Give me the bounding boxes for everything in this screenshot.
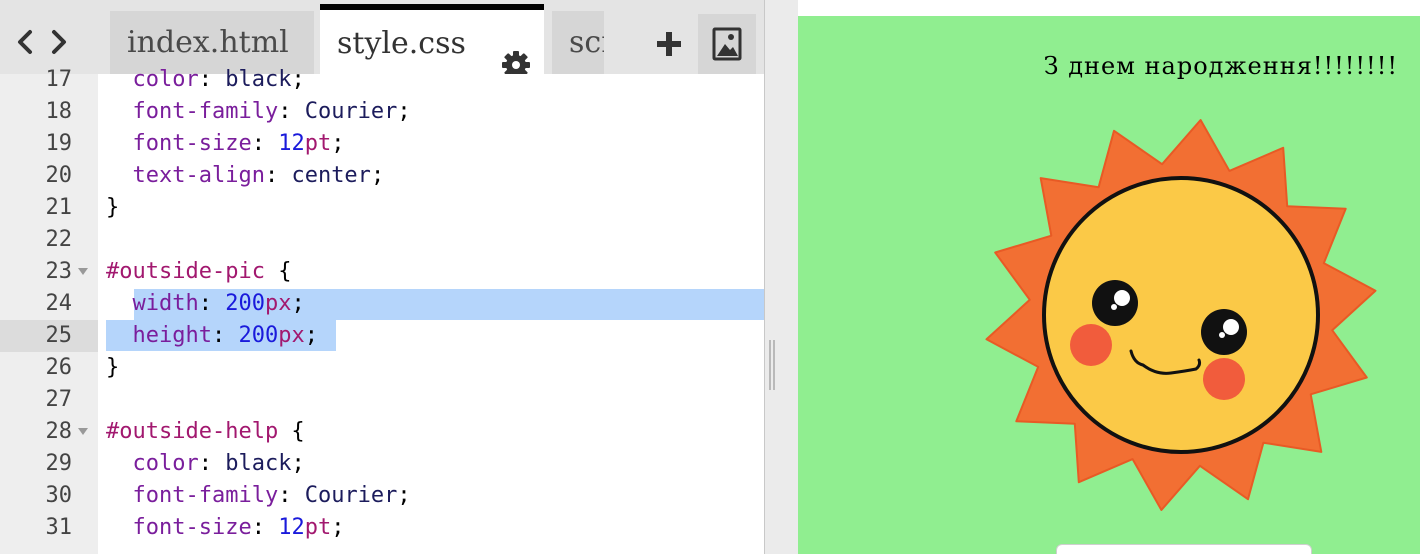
- line-number: 29: [45, 451, 73, 476]
- code-line[interactable]: 28 #outside-help {: [0, 416, 764, 448]
- code-editor: index.html style.css scr: [0, 0, 764, 554]
- code-line[interactable]: 17 color: black;: [0, 64, 764, 96]
- code-text: font-family: Courier;: [132, 99, 411, 124]
- line-number: 30: [45, 483, 73, 508]
- preview-heading: З днем народження!!!!!!!!: [1043, 52, 1398, 80]
- code-line[interactable]: 29 color: black;: [0, 448, 764, 480]
- code-text: }: [106, 195, 120, 220]
- code-text: text-align: center;: [132, 163, 385, 188]
- line-number: 17: [45, 67, 73, 92]
- line-number: 22: [45, 227, 73, 252]
- chevron-left-icon: [18, 30, 32, 54]
- line-number: 21: [45, 195, 73, 220]
- code-text: font-size: 12pt;: [132, 515, 345, 540]
- line-number: 18: [45, 99, 73, 124]
- gear-icon[interactable]: [500, 34, 532, 74]
- code-line[interactable]: 21}: [0, 192, 764, 224]
- line-number: 23: [45, 259, 73, 284]
- fold-arrow-icon[interactable]: [78, 428, 88, 435]
- line-number: 28: [45, 419, 73, 444]
- code-area[interactable]: 17 color: black; 18 font-family: Courier;…: [0, 67, 764, 554]
- code-line[interactable]: 23 #outside-pic {: [0, 256, 764, 288]
- code-line[interactable]: 31 font-size: 12pt;: [0, 512, 764, 544]
- line-number: 24: [45, 291, 73, 316]
- line-number: 25: [45, 323, 73, 348]
- fold-arrow-icon[interactable]: [78, 268, 88, 275]
- code-line[interactable]: 18 font-family: Courier;: [0, 96, 764, 128]
- code-text: font-size: 12pt;: [132, 131, 345, 156]
- chevron-right-icon: [52, 30, 66, 54]
- code-text: color: black;: [132, 67, 305, 92]
- line-number: 20: [45, 163, 73, 188]
- forward-button[interactable]: [44, 22, 76, 62]
- code-line[interactable]: 22: [0, 224, 764, 256]
- preview-box: [1056, 544, 1312, 554]
- code-line[interactable]: 20 text-align: center;: [0, 160, 764, 192]
- grip-line: [773, 340, 775, 390]
- code-text: }: [106, 355, 120, 380]
- smiling-sun-image: [985, 119, 1377, 511]
- tab-bar: index.html style.css scr: [0, 0, 764, 74]
- code-text: height: 200px;: [132, 323, 318, 348]
- line-number: 26: [45, 355, 73, 380]
- grip-line: [769, 340, 771, 390]
- code-text: #outside-help {: [106, 419, 305, 444]
- line-number: 27: [45, 387, 73, 412]
- code-line[interactable]: 30 font-family: Courier;: [0, 480, 764, 512]
- pane-resize-handle[interactable]: [764, 0, 798, 554]
- back-button[interactable]: [8, 22, 40, 62]
- code-line[interactable]: 26}: [0, 352, 764, 384]
- code-text: font-family: Courier;: [132, 483, 411, 508]
- code-text: width: 200px;: [132, 291, 305, 316]
- line-number: 31: [45, 515, 73, 540]
- code-line[interactable]: 27: [0, 384, 764, 416]
- code-line[interactable]: 25 height: 200px;: [0, 320, 764, 352]
- code-line[interactable]: 19 font-size: 12pt;: [0, 128, 764, 160]
- line-number: 19: [45, 131, 73, 156]
- code-text: #outside-pic {: [106, 259, 292, 284]
- code-line[interactable]: 24 width: 200px;: [0, 288, 764, 320]
- preview-pane: З днем народження!!!!!!!!: [798, 16, 1420, 554]
- code-text: color: black;: [132, 451, 305, 476]
